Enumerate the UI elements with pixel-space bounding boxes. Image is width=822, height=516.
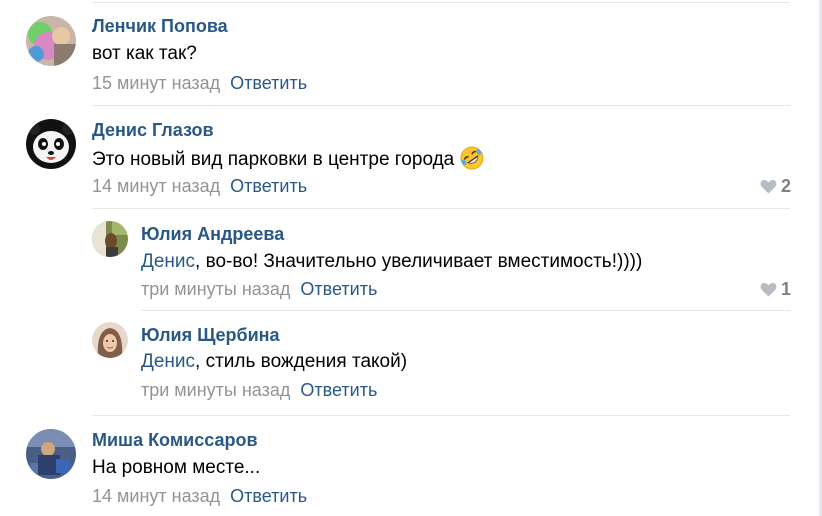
comment-author[interactable]: Ленчик Попова xyxy=(92,15,228,37)
comment-meta: три минуты назад Ответить xyxy=(141,278,377,300)
comment-text: На ровном месте... xyxy=(92,457,261,478)
like-count: 2 xyxy=(780,176,791,196)
comment-meta: 15 минут назад Ответить xyxy=(92,72,307,94)
reply-button[interactable]: Ответить xyxy=(300,380,377,400)
reply-button[interactable]: Ответить xyxy=(230,486,307,506)
mention-link[interactable]: Денис xyxy=(141,251,195,272)
separator xyxy=(92,2,790,3)
reply-button[interactable]: Ответить xyxy=(230,176,307,196)
comment-author[interactable]: Юлия Андреева xyxy=(141,223,284,245)
comment-meta: 14 минут назад Ответить xyxy=(92,485,307,507)
mention-link[interactable]: Денис xyxy=(141,351,195,372)
comment-author[interactable]: Денис Глазов xyxy=(92,119,214,141)
reply-button[interactable]: Ответить xyxy=(230,73,307,93)
comment-text-row: Это новый вид парковки в центре города xyxy=(92,146,484,177)
separator xyxy=(141,310,790,311)
separator xyxy=(92,415,790,416)
comment-text: вот как так? xyxy=(92,43,197,64)
reply-button[interactable]: Ответить xyxy=(300,279,377,299)
comment-text: , во-во! Значительно увеличивает вместим… xyxy=(195,251,643,272)
comment-text: Это новый вид парковки в центре города xyxy=(92,149,455,170)
comments-feed: Ленчик Попова вот как так? 15 минут наза… xyxy=(0,0,822,516)
comment-meta: 14 минут назад Ответить xyxy=(92,175,307,197)
comment-text: , стиль вождения такой) xyxy=(195,351,408,372)
avatar[interactable] xyxy=(26,16,76,66)
comment-time[interactable]: 15 минут назад xyxy=(92,73,220,93)
comment-text-row: Денис, стиль вождения такой) xyxy=(141,350,407,374)
avatar[interactable] xyxy=(26,119,76,169)
separator xyxy=(92,105,790,106)
rolling-on-floor-laughing-emoji-icon xyxy=(460,146,484,177)
comment-author[interactable]: Миша Комиссаров xyxy=(92,429,258,451)
comment-time[interactable]: три минуты назад xyxy=(141,380,290,400)
comment-text-row: Денис, во-во! Значительно увеличивает вм… xyxy=(141,250,642,274)
comment-time[interactable]: три минуты назад xyxy=(141,279,290,299)
comment-time[interactable]: 14 минут назад xyxy=(92,176,220,196)
avatar[interactable] xyxy=(92,322,128,358)
like-button[interactable]: 2 xyxy=(760,175,791,199)
comment-meta: три минуты назад Ответить xyxy=(141,379,377,401)
comment-author[interactable]: Юлия Щербина xyxy=(141,324,280,346)
separator xyxy=(92,208,790,209)
like-count: 1 xyxy=(780,279,791,299)
avatar[interactable] xyxy=(26,429,76,479)
like-button[interactable]: 1 xyxy=(760,278,791,302)
avatar[interactable] xyxy=(92,221,128,257)
heart-icon xyxy=(760,177,777,199)
comment-time[interactable]: 14 минут назад xyxy=(92,486,220,506)
heart-icon xyxy=(760,280,777,302)
